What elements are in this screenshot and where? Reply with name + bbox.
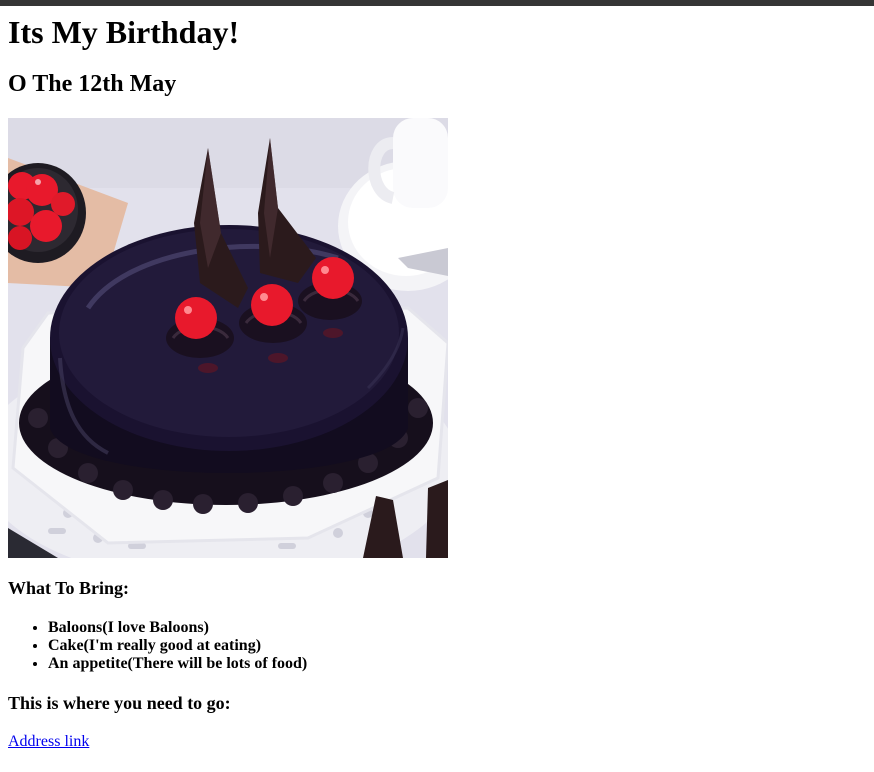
date-heading: O The 12th May bbox=[8, 71, 177, 97]
list-item: Baloons(I love Baloons) bbox=[48, 619, 866, 637]
list-item: Cake(I'm really good at eating) bbox=[48, 637, 866, 655]
cake-image bbox=[8, 118, 448, 558]
page-content: Its My Birthday! O The 12th May What To … bbox=[0, 14, 874, 751]
browser-top-bar bbox=[0, 0, 874, 6]
address-link[interactable]: Address link bbox=[8, 733, 89, 751]
page-title: Its My Birthday! bbox=[8, 14, 240, 50]
bring-list: Baloons(I love Baloons) Cake(I'm really … bbox=[8, 619, 866, 673]
directions-heading: This is where you need to go: bbox=[8, 693, 231, 713]
list-item: An appetite(There will be lots of food) bbox=[48, 655, 866, 673]
bring-heading: What To Bring: bbox=[8, 578, 130, 598]
